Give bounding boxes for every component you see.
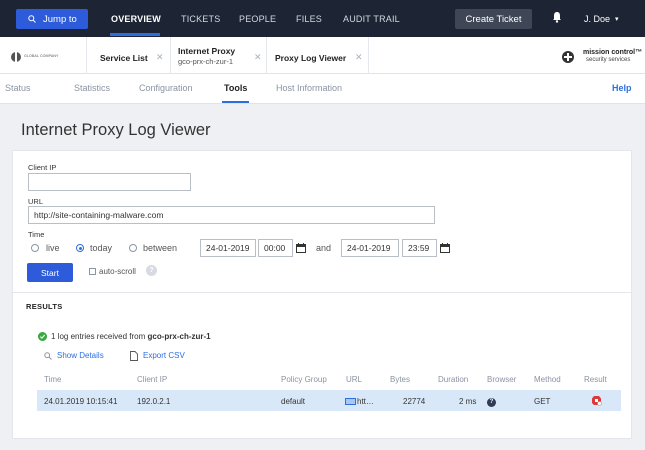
cell-method: GET bbox=[534, 397, 551, 406]
jump-to-label: Jump to bbox=[43, 13, 77, 25]
radio-live[interactable] bbox=[31, 244, 39, 252]
auto-scroll-label: auto-scroll bbox=[99, 267, 136, 276]
search-icon bbox=[44, 352, 52, 360]
radio-live-label: live bbox=[46, 243, 60, 253]
create-ticket-button[interactable]: Create Ticket bbox=[455, 9, 532, 29]
radio-today-label: today bbox=[90, 243, 113, 253]
mission-control-subtitle: security services bbox=[586, 57, 631, 63]
company-name: GLOBAL COMPANY bbox=[24, 54, 59, 58]
tool-sub-navigation: Status Statistics Configuration Tools Ho… bbox=[0, 74, 645, 104]
from-time-input[interactable]: 00:00 bbox=[258, 239, 293, 257]
column-header-url[interactable]: URL bbox=[346, 375, 362, 384]
cell-bytes: 22774 bbox=[403, 397, 426, 406]
help-link[interactable]: Help bbox=[612, 83, 632, 93]
search-icon bbox=[28, 15, 36, 23]
tab-service-list[interactable]: Service List bbox=[100, 53, 148, 63]
nav-overview[interactable]: OVERVIEW bbox=[111, 0, 161, 37]
link-icon bbox=[345, 398, 356, 405]
check-circle-icon bbox=[38, 332, 47, 341]
subnav-status[interactable]: Status bbox=[5, 83, 31, 93]
url-input[interactable]: http://site-containing-malware.com bbox=[28, 206, 435, 224]
nav-people[interactable]: PEOPLE bbox=[239, 0, 276, 37]
column-header-time[interactable]: Time bbox=[44, 375, 61, 384]
bell-icon[interactable] bbox=[552, 11, 562, 23]
client-ip-label: Client IP bbox=[28, 163, 57, 172]
close-icon[interactable]: ✕ bbox=[156, 52, 164, 63]
tab-divider bbox=[266, 37, 267, 74]
results-summary: 1 log entries received from gco-prx-ch-z… bbox=[51, 332, 211, 341]
cell-client-ip: 192.0.2.1 bbox=[137, 397, 171, 406]
url-label: URL bbox=[28, 197, 44, 206]
to-date-input[interactable]: 24-01-2019 bbox=[341, 239, 399, 257]
calendar-icon[interactable] bbox=[440, 243, 450, 253]
column-header-browser[interactable]: Browser bbox=[487, 375, 516, 384]
user-menu[interactable]: J. Doe ▾ bbox=[584, 0, 619, 37]
tab-internet-proxy-host: gco-prx-ch-zur-1 bbox=[178, 57, 234, 66]
column-header-client-ip[interactable]: Client IP bbox=[137, 375, 167, 384]
radio-between[interactable] bbox=[129, 244, 137, 252]
calendar-icon[interactable] bbox=[296, 243, 306, 253]
and-label: and bbox=[316, 243, 332, 253]
results-summary-text: 1 log entries received from bbox=[51, 332, 148, 341]
column-header-result[interactable]: Result bbox=[584, 375, 607, 384]
subnav-host-information[interactable]: Host Information bbox=[276, 83, 342, 93]
tab-divider bbox=[368, 37, 369, 74]
client-ip-input[interactable] bbox=[28, 173, 191, 191]
close-icon[interactable]: ✕ bbox=[355, 52, 363, 63]
export-csv-link[interactable]: Export CSV bbox=[143, 351, 185, 360]
user-name: J. Doe bbox=[584, 13, 611, 24]
nav-audit-trail[interactable]: AUDIT TRAIL bbox=[343, 0, 400, 37]
start-button[interactable]: Start bbox=[27, 263, 73, 282]
tab-proxy-log-viewer[interactable]: Proxy Log Viewer bbox=[275, 53, 346, 63]
column-header-method[interactable]: Method bbox=[534, 375, 561, 384]
jump-to-button[interactable]: Jump to bbox=[16, 9, 88, 29]
radio-between-label: between bbox=[143, 243, 178, 253]
cell-duration: 2 ms bbox=[459, 397, 477, 406]
mission-control-title: mission control™ bbox=[583, 49, 643, 56]
cell-url[interactable]: htt… bbox=[357, 397, 374, 406]
time-label: Time bbox=[28, 230, 45, 239]
company-logo bbox=[11, 52, 21, 62]
document-tab-bar: GLOBAL COMPANY Service List ✕ Internet P… bbox=[0, 37, 645, 74]
blocked-icon bbox=[592, 396, 602, 406]
cell-time: 24.01.2019 10:15:41 bbox=[44, 397, 118, 406]
subnav-active-indicator bbox=[222, 101, 249, 103]
document-icon bbox=[130, 351, 138, 361]
nav-files[interactable]: FILES bbox=[296, 0, 322, 37]
column-header-policy-group[interactable]: Policy Group bbox=[281, 375, 327, 384]
radio-today[interactable] bbox=[76, 244, 84, 252]
subnav-tools[interactable]: Tools bbox=[224, 83, 247, 93]
show-details-link[interactable]: Show Details bbox=[57, 351, 104, 360]
column-header-duration[interactable]: Duration bbox=[438, 375, 468, 384]
to-time-input[interactable]: 23:59 bbox=[402, 239, 437, 257]
results-summary-host: gco-prx-ch-zur-1 bbox=[147, 332, 211, 341]
top-navigation-bar: Jump to OVERVIEW TICKETS PEOPLE FILES AU… bbox=[0, 0, 645, 37]
from-date-input[interactable]: 24-01-2019 bbox=[200, 239, 256, 257]
auto-scroll-checkbox[interactable] bbox=[89, 268, 96, 275]
nav-active-indicator bbox=[110, 33, 160, 36]
browser-info-icon[interactable]: ? bbox=[487, 398, 496, 407]
help-icon[interactable]: ? bbox=[146, 265, 157, 276]
results-heading: RESULTS bbox=[26, 302, 63, 311]
chevron-down-icon: ▾ bbox=[615, 15, 619, 23]
cell-policy-group: default bbox=[281, 397, 306, 406]
mission-control-logo bbox=[562, 51, 574, 63]
section-divider bbox=[12, 292, 632, 293]
tab-internet-proxy[interactable]: Internet Proxy bbox=[178, 46, 235, 56]
subnav-configuration[interactable]: Configuration bbox=[139, 83, 193, 93]
page-title: Internet Proxy Log Viewer bbox=[21, 121, 211, 139]
tab-divider bbox=[86, 37, 87, 74]
tab-divider bbox=[170, 37, 171, 74]
nav-tickets[interactable]: TICKETS bbox=[181, 0, 220, 37]
close-icon[interactable]: ✕ bbox=[254, 52, 262, 63]
column-header-bytes[interactable]: Bytes bbox=[390, 375, 410, 384]
subnav-statistics[interactable]: Statistics bbox=[74, 83, 110, 93]
